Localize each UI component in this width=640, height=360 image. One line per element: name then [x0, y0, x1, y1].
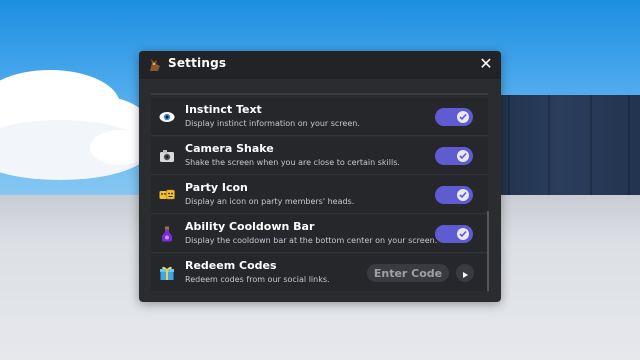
scrollbar[interactable] [487, 211, 489, 291]
setting-title: Ability Cooldown Bar [185, 220, 315, 233]
divider [151, 93, 488, 95]
party-icon-toggle[interactable] [435, 186, 473, 204]
setting-description: Display an icon on party members' heads. [185, 197, 355, 206]
wall [478, 95, 640, 200]
checkmark-icon [457, 228, 469, 240]
setting-description: Shake the screen when you are close to c… [185, 158, 400, 167]
ability-cooldown-bar-toggle[interactable] [435, 225, 473, 243]
setting-row-redeem-codes: Redeem Codes Redeem codes from our socia… [151, 254, 488, 291]
setting-row-party-icon: Party Icon Display an icon on party memb… [151, 176, 488, 214]
redeem-code-input[interactable] [367, 264, 449, 282]
settings-panel: Settings ✕ Instinct Text Display instinc… [139, 51, 501, 302]
setting-description: Redeem codes from our social links. [185, 275, 330, 284]
camera-shake-toggle[interactable] [435, 147, 473, 165]
play-arrow-icon [461, 264, 469, 283]
instinct-text-toggle[interactable] [435, 108, 473, 126]
potion-icon [159, 226, 175, 242]
panel-header: Settings ✕ [139, 51, 501, 79]
creature-icon [147, 57, 163, 73]
close-icon: ✕ [479, 54, 493, 73]
redeem-submit-button[interactable] [456, 264, 474, 282]
close-button[interactable]: ✕ [477, 55, 495, 73]
eye-icon [159, 109, 175, 125]
setting-title: Instinct Text [185, 103, 262, 116]
camera-icon [159, 148, 175, 164]
setting-row-camera-shake: Camera Shake Shake the screen when you a… [151, 137, 488, 175]
checkmark-icon [457, 150, 469, 162]
party-faces-icon [159, 187, 175, 203]
checkmark-icon [457, 189, 469, 201]
setting-title: Party Icon [185, 181, 248, 194]
setting-title: Redeem Codes [185, 259, 277, 272]
gift-icon [159, 265, 175, 281]
checkmark-icon [457, 111, 469, 123]
setting-row-instinct-text: Instinct Text Display instinct informati… [151, 98, 488, 136]
setting-description: Display the cooldown bar at the bottom c… [185, 236, 438, 245]
panel-title: Settings [168, 56, 227, 70]
setting-row-ability-cooldown-bar: Ability Cooldown Bar Display the cooldow… [151, 215, 488, 253]
setting-title: Camera Shake [185, 142, 274, 155]
settings-list: Instinct Text Display instinct informati… [151, 93, 488, 291]
setting-description: Display instinct information on your scr… [185, 119, 360, 128]
